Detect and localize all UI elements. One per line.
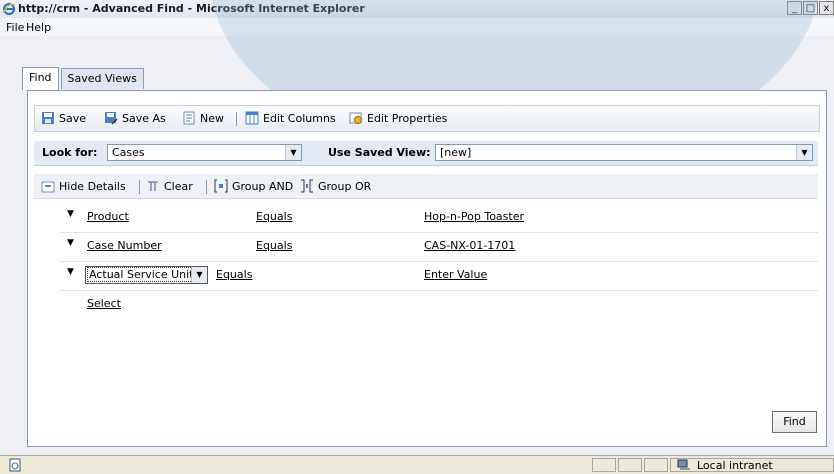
criteria-value-link[interactable]: CAS-NX-01-1701 bbox=[424, 239, 515, 252]
tab-saved-views[interactable]: Saved Views bbox=[60, 68, 144, 89]
edit-columns-icon bbox=[245, 111, 259, 125]
criteria-value-link[interactable]: Enter Value bbox=[424, 268, 487, 281]
new-label: New bbox=[200, 111, 224, 125]
edit-columns-label: Edit Columns bbox=[263, 111, 336, 125]
group-or-button[interactable]: Group OR bbox=[300, 179, 371, 193]
zone-label: Local intranet bbox=[697, 459, 773, 472]
details-toolbar: Hide Details Clear Group AND Group OR bbox=[34, 174, 818, 199]
intranet-icon bbox=[677, 459, 690, 470]
caret-down-icon[interactable]: ▼ bbox=[67, 267, 74, 277]
new-button[interactable]: New bbox=[182, 111, 224, 125]
look-for-select[interactable]: Cases ▼ bbox=[107, 144, 302, 161]
tab-find[interactable]: Find bbox=[22, 67, 59, 90]
select-link[interactable]: Select bbox=[87, 297, 121, 310]
save-label: Save bbox=[59, 111, 87, 125]
criteria-operator-link[interactable]: Equals bbox=[216, 268, 252, 281]
saved-view-value: [new] bbox=[440, 146, 472, 159]
criteria-operator-link[interactable]: Equals bbox=[256, 210, 292, 223]
group-and-label: Group AND bbox=[232, 179, 294, 193]
group-and-icon bbox=[214, 179, 228, 193]
criteria-list: ▼ Product Equals Hop-n-Pop Toaster ▼ Cas… bbox=[60, 204, 818, 319]
menu-help[interactable]: Help bbox=[26, 21, 51, 34]
title-bar: http://crm - Advanced Find - Microsoft I… bbox=[0, 0, 834, 18]
status-bar: Local intranet bbox=[0, 455, 834, 474]
look-for-label: Look for: bbox=[42, 146, 98, 159]
action-toolbar: Save Save As New Edit Columns Edit Prope… bbox=[34, 105, 820, 132]
criteria-row-empty: Select bbox=[60, 291, 818, 319]
save-as-icon bbox=[105, 112, 118, 125]
edit-properties-button[interactable]: Edit Properties bbox=[349, 111, 447, 125]
tab-strip: Find Saved Views bbox=[22, 67, 146, 90]
saved-view-select[interactable]: [new] ▼ bbox=[435, 144, 813, 161]
dropdown-arrow-icon[interactable]: ▼ bbox=[796, 145, 812, 160]
maximize-button[interactable]: □ bbox=[803, 1, 818, 15]
new-icon bbox=[183, 111, 195, 125]
close-button[interactable]: x bbox=[819, 1, 834, 15]
criteria-row: ▼ Case Number Equals CAS-NX-01-1701 bbox=[60, 233, 818, 262]
zone-panel: Local intranet bbox=[670, 458, 834, 472]
window-title: http://crm - Advanced Find - Microsoft I… bbox=[18, 2, 365, 15]
minimize-button[interactable]: _ bbox=[787, 1, 802, 15]
caret-down-icon[interactable]: ▼ bbox=[67, 209, 74, 219]
edit-properties-label: Edit Properties bbox=[367, 111, 448, 125]
hide-details-label: Hide Details bbox=[59, 179, 126, 193]
criteria-value-link[interactable]: Hop-n-Pop Toaster bbox=[424, 210, 524, 223]
clear-button[interactable]: Clear bbox=[146, 179, 193, 193]
save-as-button[interactable]: Save As bbox=[104, 111, 166, 125]
criteria-operator-link[interactable]: Equals bbox=[256, 239, 292, 252]
clear-label: Clear bbox=[164, 179, 193, 193]
group-and-button[interactable]: Group AND bbox=[214, 179, 293, 193]
menu-file[interactable]: File bbox=[6, 21, 24, 34]
clear-icon bbox=[148, 181, 158, 191]
criteria-field-select[interactable]: Actual Service Units ▼ bbox=[85, 266, 208, 284]
criteria-field-link[interactable]: Case Number bbox=[87, 239, 162, 252]
look-for-value: Cases bbox=[112, 146, 145, 159]
criteria-row: ▼ Actual Service Units ▼ Equals Enter Va… bbox=[60, 262, 818, 291]
find-button[interactable]: Find bbox=[772, 411, 817, 433]
edit-columns-button[interactable]: Edit Columns bbox=[245, 111, 336, 125]
criteria-field-link[interactable]: Product bbox=[87, 210, 129, 223]
edit-properties-icon bbox=[349, 112, 362, 124]
dropdown-arrow-icon[interactable]: ▼ bbox=[285, 145, 301, 160]
menu-bar: File Help bbox=[0, 18, 834, 36]
dropdown-arrow-icon[interactable]: ▼ bbox=[191, 267, 207, 283]
look-for-bar: Look for: Cases ▼ Use Saved View: [new] … bbox=[34, 141, 818, 166]
save-as-label: Save As bbox=[122, 111, 166, 125]
group-or-label: Group OR bbox=[318, 179, 372, 193]
save-icon bbox=[42, 112, 54, 124]
page-icon bbox=[9, 458, 21, 472]
hide-details-icon bbox=[41, 181, 55, 193]
group-or-icon bbox=[301, 179, 313, 193]
criteria-row: ▼ Product Equals Hop-n-Pop Toaster bbox=[60, 204, 818, 233]
criteria-field-value: Actual Service Units bbox=[86, 267, 202, 282]
saved-view-label: Use Saved View: bbox=[328, 146, 431, 159]
ie-logo-icon bbox=[2, 3, 16, 15]
save-button[interactable]: Save bbox=[41, 111, 86, 125]
hide-details-button[interactable]: Hide Details bbox=[41, 179, 126, 193]
caret-down-icon[interactable]: ▼ bbox=[67, 238, 74, 248]
